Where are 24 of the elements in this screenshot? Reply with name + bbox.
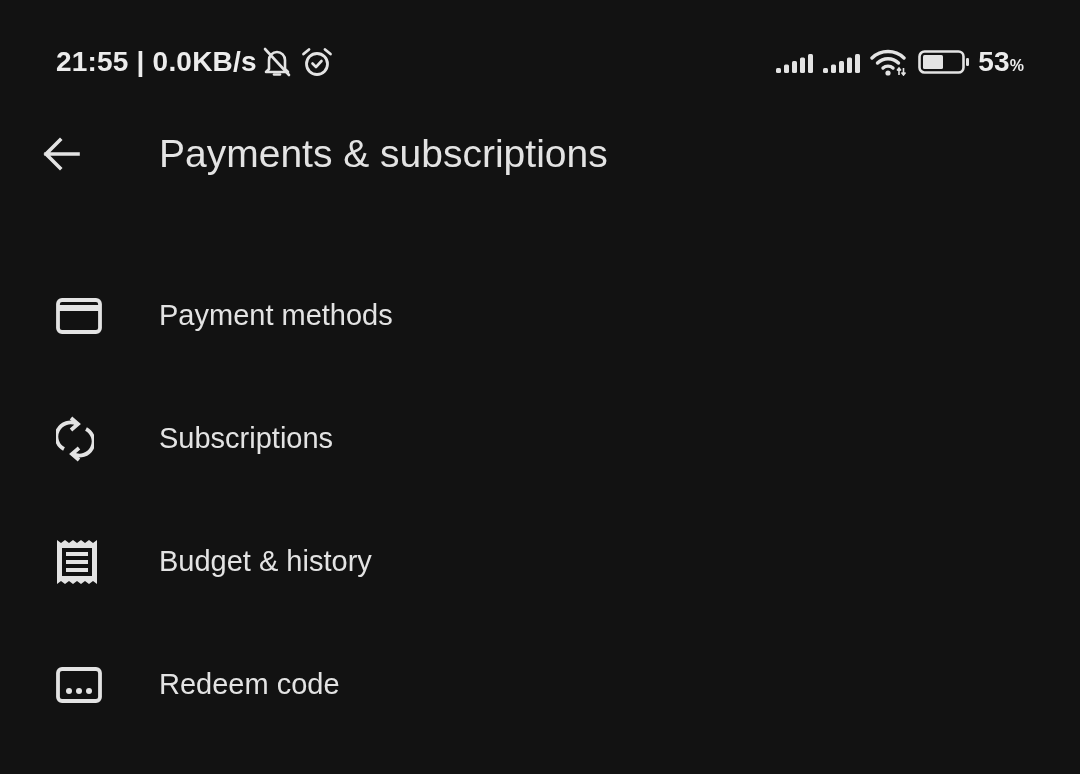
menu-item[interactable]: Subscriptions — [0, 377, 1080, 500]
dotted-box-icon — [56, 666, 102, 703]
menu-item-label: Budget & history — [159, 544, 372, 579]
percent-sign: % — [1009, 58, 1024, 74]
status-time-speed: 21:55 | 0.0KB/s — [56, 48, 257, 76]
menu-item[interactable]: Payment methods — [0, 254, 1080, 377]
alarm-clock-icon — [300, 47, 333, 77]
page-title: Payments & subscriptions — [159, 130, 608, 177]
menu-item[interactable]: Budget & history — [0, 500, 1080, 623]
signal-bars-icon — [776, 51, 814, 73]
battery-icon — [918, 50, 971, 74]
sync-arrows-icon — [56, 415, 94, 462]
back-button[interactable] — [42, 137, 80, 171]
receipt-icon — [56, 538, 98, 585]
signal-bars-icon — [823, 51, 861, 73]
menu-item-label: Redeem code — [159, 667, 340, 702]
menu-item-label: Subscriptions — [159, 421, 334, 456]
menu-item-label: Payment methods — [159, 298, 393, 333]
back-arrow-icon — [42, 137, 80, 171]
card-icon — [56, 297, 102, 334]
wifi-icon — [870, 48, 909, 76]
menu-item[interactable]: Redeem code — [0, 623, 1080, 746]
battery-percent: 53 — [978, 48, 1010, 76]
muted-bell-icon — [262, 47, 291, 77]
